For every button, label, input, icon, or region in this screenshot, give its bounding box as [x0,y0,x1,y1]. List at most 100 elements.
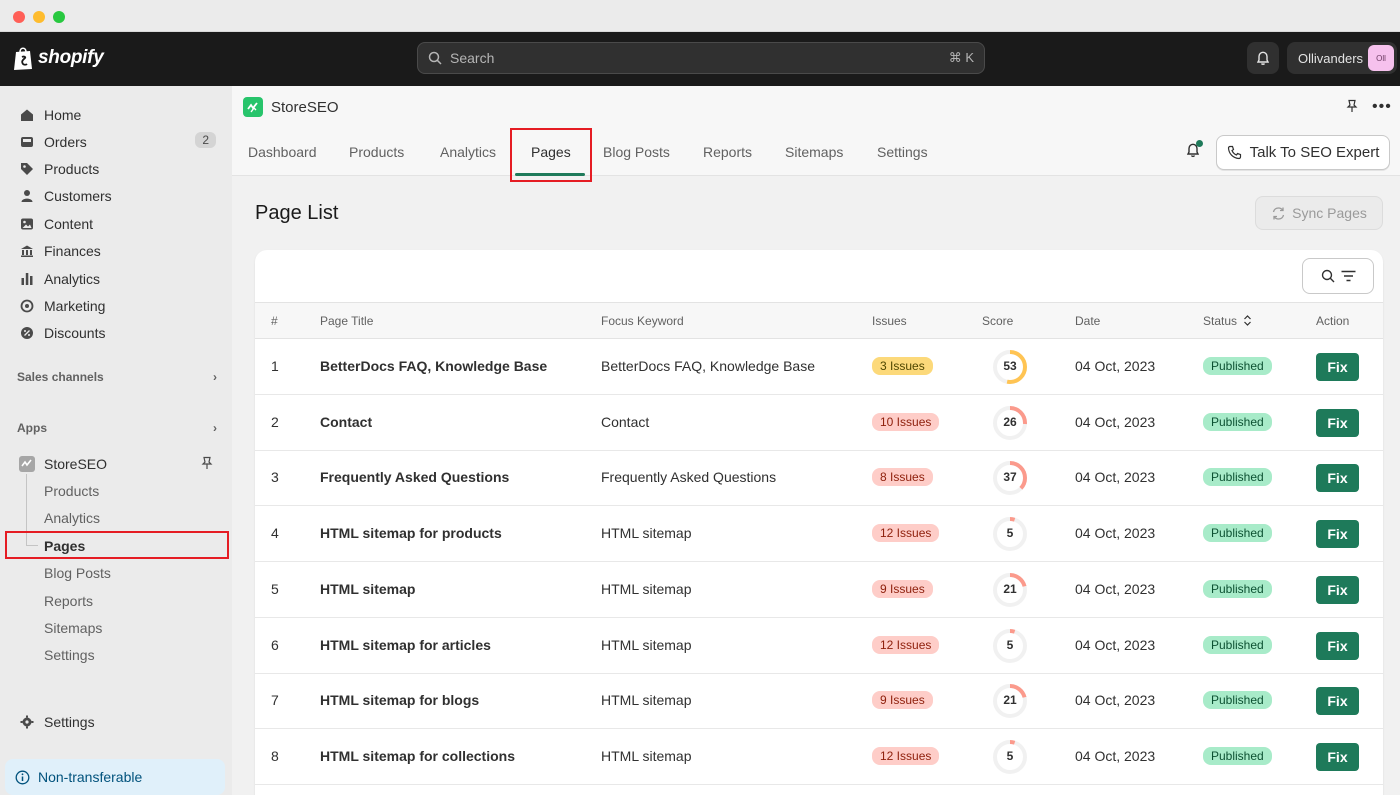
app-title-text: StoreSEO [271,98,339,116]
fix-button[interactable]: Fix [1316,353,1359,381]
sidebar-subitem-sitemaps[interactable]: Sitemaps [44,620,102,636]
table-row[interactable]: 4 HTML sitemap for products HTML sitemap 12… [255,506,1383,563]
phone-icon [1227,145,1241,160]
page-title-link[interactable]: BetterDocs FAQ, Knowledge Base [320,358,547,374]
sidebar-item-finances[interactable]: Finances [0,237,232,264]
talk-to-seo-expert-button[interactable]: Talk To SEO Expert [1216,135,1390,170]
sidebar-subitem-products[interactable]: Products [44,483,99,499]
score-value: 37 [1003,470,1017,485]
page-title-link[interactable]: HTML sitemap for collections [320,748,515,764]
sync-pages-button[interactable]: Sync Pages [1255,196,1383,230]
score-ring: 21 [990,570,1030,610]
fix-button[interactable]: Fix [1316,631,1359,660]
fix-button[interactable]: Fix [1316,408,1359,437]
tab-analytics[interactable]: Analytics [440,144,496,160]
score-ring: 37 [990,458,1030,498]
search-bar[interactable]: Search ⌘ K [417,42,985,74]
store-menu-button[interactable]: Ollivanders Oll [1287,42,1397,74]
home-icon [19,107,35,123]
score-ring: 5 [990,514,1030,554]
table-row[interactable]: 8 HTML sitemap for collections HTML sitema… [255,729,1383,785]
sync-icon [1273,206,1285,220]
column-header-status[interactable]: Status [1203,314,1252,328]
tab-sitemaps[interactable]: Sitemaps [785,144,843,160]
table-row[interactable]: 1 BetterDocs FAQ, Knowledge Base BetterDoc… [255,339,1383,395]
sidebar-subitem-settings[interactable]: Settings [44,647,95,663]
sidebar-item-marketing[interactable]: Marketing [0,292,232,319]
shopify-logo[interactable]: shopify [12,45,104,71]
fix-button[interactable]: Fix [1316,742,1359,771]
sidebar-item-content[interactable]: Content [0,210,232,237]
status-badge: Published [1203,357,1272,375]
fix-button[interactable]: Fix [1316,687,1359,716]
score-value: 21 [1003,693,1017,708]
column-header-number: # [271,314,278,328]
fix-button[interactable]: Fix [1316,520,1359,549]
tab-settings[interactable]: Settings [877,144,928,160]
pin-icon[interactable] [200,456,214,470]
page-title-link[interactable]: Frequently Asked Questions [320,469,509,485]
score-value: 5 [1006,637,1014,652]
issues-badge: 10 Issues [872,412,940,431]
status-badge: Published [1203,691,1272,710]
sidebar-subitem-blog-posts[interactable]: Blog Posts [44,565,111,581]
gear-icon [19,714,35,730]
sidebar-item-home[interactable]: Home [0,101,232,128]
page-title-link[interactable]: HTML sitemap for products [320,525,502,541]
sidebar-item-settings[interactable]: Settings [0,708,232,735]
pages-tab-highlight-box [510,128,592,182]
column-header-issues: Issues [872,314,907,328]
table-row[interactable]: 5 HTML sitemap HTML sitemap 9 Issues 21 04 Oc… [255,562,1383,618]
row-date: 04 Oct, 2023 [1075,358,1156,374]
tab-blog-posts[interactable]: Blog Posts [603,144,670,160]
sidebar-item-label: Content [44,215,94,232]
apps-section[interactable]: Apps › [17,421,217,435]
status-badge: Published [1203,412,1272,431]
table-row[interactable]: 3 Frequently Asked Questions Frequently As… [255,450,1383,507]
page-title-link[interactable]: Contact [320,414,372,430]
page-title-link[interactable]: HTML sitemap for blogs [320,692,479,708]
notifications-button[interactable] [1247,42,1279,74]
sidebar-item-label: Analytics [44,270,101,287]
app-notifications-button[interactable] [1185,140,1203,164]
close-window-button[interactable] [13,11,25,23]
more-options-icon[interactable]: ••• [1372,98,1392,116]
sidebar-item-products[interactable]: Products [0,155,232,182]
sales-channels-section[interactable]: Sales channels › [17,370,217,384]
tag-icon [19,161,35,177]
store-name: Ollivanders [1298,50,1364,66]
sidebar-item-analytics[interactable]: Analytics [0,265,232,292]
issues-badge: 12 Issues [872,635,940,654]
tab-dashboard[interactable]: Dashboard [248,144,317,160]
table-row[interactable]: 2 Contact Contact 10 Issues 26 04 Oct, 2023 Pu… [255,395,1383,451]
fix-button[interactable]: Fix [1316,464,1359,493]
sidebar-item-label: Marketing [44,297,106,314]
zoom-window-button[interactable] [53,11,65,23]
sidebar-item-orders[interactable]: Orders 2 [0,128,232,155]
row-date: 04 Oct, 2023 [1075,692,1156,709]
sidebar-subitem-analytics[interactable]: Analytics [44,510,100,526]
table-row[interactable]: 7 HTML sitemap for blogs HTML sitemap 9 Iss… [255,673,1383,730]
non-transferable-banner[interactable]: Non-transferable [5,759,225,795]
table-row[interactable]: 6 HTML sitemap for articles HTML sitemap 12… [255,618,1383,674]
sidebar-item-customers[interactable]: Customers [0,182,232,209]
app-title: StoreSEO [243,97,339,117]
search-filter-button[interactable] [1302,258,1374,294]
row-date: 04 Oct, 2023 [1075,525,1156,542]
fix-button[interactable]: Fix [1316,575,1359,604]
pin-icon[interactable] [1345,99,1359,113]
row-date: 04 Oct, 2023 [1075,413,1156,430]
minimize-window-button[interactable] [33,11,45,23]
content-icon [19,216,35,232]
tab-reports[interactable]: Reports [703,144,752,160]
score-ring: 26 [990,403,1030,443]
issues-badge: 3 Issues [872,357,933,375]
page-title-link[interactable]: HTML sitemap for articles [320,637,491,653]
status-badge: Published [1203,746,1272,765]
page-title-link[interactable]: HTML sitemap [320,581,415,597]
sidebar-item-discounts[interactable]: Discounts [0,319,232,346]
sidebar-subitem-reports[interactable]: Reports [44,593,93,609]
tab-products[interactable]: Products [349,144,404,160]
sidebar-item-storeseo[interactable]: StoreSEO [0,450,232,477]
sidebar-item-label: Home [44,106,82,123]
